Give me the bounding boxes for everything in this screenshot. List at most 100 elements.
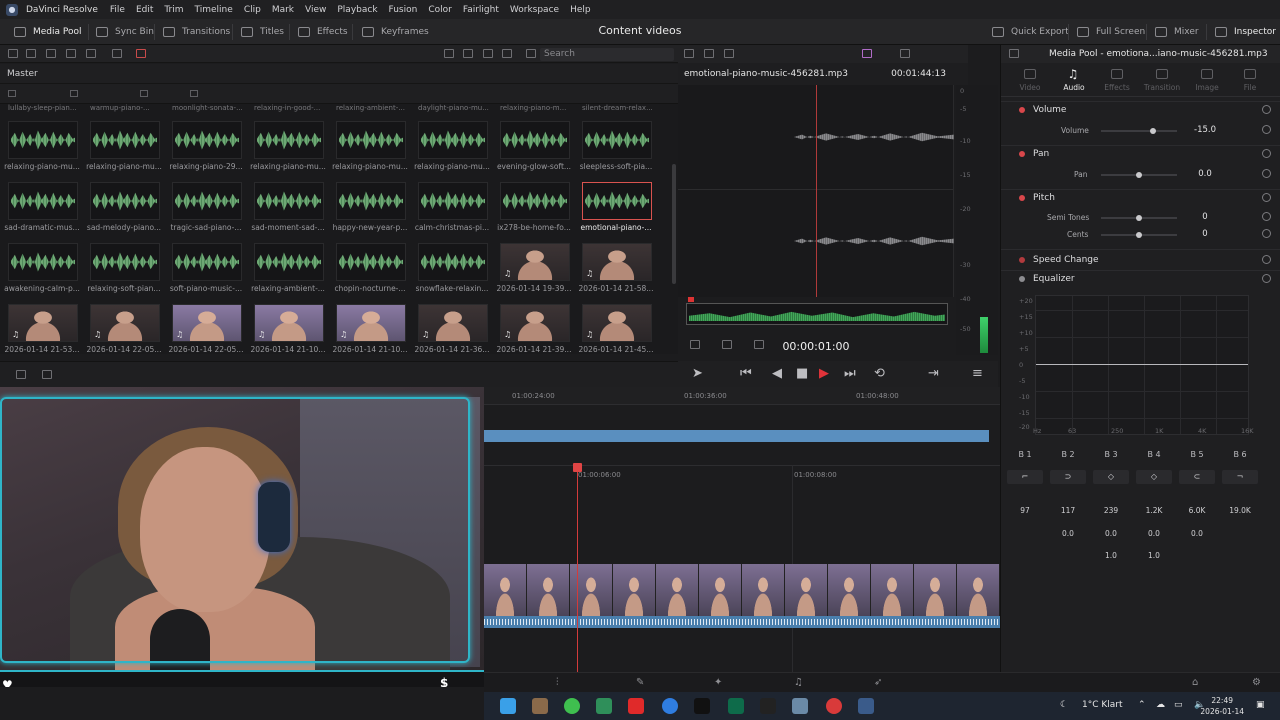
media-pool-clip[interactable]: sad-melody-piano... <box>86 182 162 232</box>
folder-icon[interactable] <box>190 90 198 97</box>
mixer-button[interactable]: Mixer <box>1155 19 1199 45</box>
facebook-icon[interactable] <box>662 698 678 714</box>
media-pool-clip[interactable]: relaxing-piano-mu... <box>86 121 162 171</box>
reset-icon[interactable] <box>1262 255 1271 264</box>
eq-band-shape-dropdown[interactable]: ¬ <box>1222 470 1258 484</box>
keyframes-button[interactable]: Keyframes <box>362 19 429 45</box>
eq-curve[interactable] <box>1036 364 1248 365</box>
media-pool-clip[interactable]: emotional-piano-... <box>578 182 654 232</box>
media-pool-clip[interactable]: calm-christmas-pi... <box>414 182 490 232</box>
cents-value[interactable]: 0 <box>1180 229 1230 239</box>
deliver-page-icon[interactable]: ➶ <box>874 677 882 688</box>
clip-thumbnail[interactable] <box>172 121 242 159</box>
clip-thumbnail[interactable]: ♫ <box>172 304 242 342</box>
scrub-strip[interactable] <box>686 303 948 325</box>
media-pool-clip[interactable]: awakening-calm-p... <box>4 243 80 293</box>
eq-band-q[interactable]: 1.0 <box>1134 551 1174 560</box>
app-icon[interactable] <box>858 698 874 714</box>
volume-value[interactable]: -15.0 <box>1180 125 1230 135</box>
semitones-slider[interactable] <box>1101 215 1177 221</box>
media-pool-clip[interactable]: relaxing-piano-mu... <box>4 121 80 171</box>
media-pool-clip[interactable]: ♫ 2026-01-14 21-45... <box>578 304 654 354</box>
volume-slider[interactable] <box>1101 128 1177 134</box>
sync-icon[interactable] <box>112 49 122 58</box>
slider-knob[interactable] <box>1136 232 1142 238</box>
inspector-toggle-icon[interactable] <box>1009 49 1019 58</box>
power-bin-icon[interactable] <box>86 49 96 58</box>
equalizer-graph[interactable] <box>1035 295 1249 435</box>
folder-icon[interactable] <box>140 90 148 97</box>
pan-slider[interactable] <box>1101 172 1177 178</box>
slider-knob[interactable] <box>1150 128 1156 134</box>
audio-display-icon[interactable] <box>862 49 872 58</box>
pan-enable-toggle[interactable] <box>1019 151 1025 157</box>
clip-thumbnail[interactable] <box>8 182 78 220</box>
semitones-value[interactable]: 0 <box>1180 212 1230 222</box>
media-pool-clip[interactable]: relaxing-piano-29... <box>168 121 244 171</box>
clip-thumbnail[interactable] <box>8 121 78 159</box>
media-pool-clip[interactable]: sad-dramatic-mus... <box>4 182 80 232</box>
clip-thumbnail[interactable] <box>418 121 488 159</box>
clip-thumbnail[interactable] <box>500 121 570 159</box>
clip-thumbnail[interactable] <box>336 121 406 159</box>
media-pool-clip[interactable]: ♫ 2026-01-14 21-10... <box>332 304 408 354</box>
media-pool-button[interactable]: Media Pool <box>14 19 82 45</box>
eq-band-freq[interactable]: 97 <box>1005 506 1045 515</box>
media-pool-clip[interactable]: ♫ 2026-01-14 22-05... <box>86 304 162 354</box>
weather-text[interactable]: 1°C Klart <box>1082 700 1123 710</box>
media-pool-clip[interactable]: ♫ 2026-01-14 21-36... <box>414 304 490 354</box>
panel-toggle-icon[interactable] <box>8 49 18 58</box>
menu-workspace[interactable]: Workspace <box>510 5 559 15</box>
media-pool-clip[interactable]: ♫ 2026-01-14 21-53... <box>4 304 80 354</box>
media-pool-clip[interactable]: soft-piano-music-... <box>168 243 244 293</box>
viewer-mode-icon[interactable] <box>704 49 714 58</box>
insert-icon[interactable]: ⇥ <box>928 366 939 381</box>
tray-chevron-icon[interactable]: ⌃ <box>1138 700 1146 710</box>
list-view-icon[interactable] <box>502 49 512 58</box>
titles-button[interactable]: Titles <box>241 19 284 45</box>
menu-file[interactable]: File <box>110 5 125 15</box>
volume-enable-toggle[interactable] <box>1019 107 1025 113</box>
menu-fairlight[interactable]: Fairlight <box>463 5 499 15</box>
davinci-icon[interactable] <box>826 698 842 714</box>
eq-band-shape-dropdown[interactable]: ◇ <box>1136 470 1172 484</box>
transitions-button[interactable]: Transitions <box>163 19 230 45</box>
menu-playback[interactable]: Playback <box>337 5 377 15</box>
tab-effects[interactable]: Effects <box>1094 69 1140 92</box>
media-pool-clip[interactable]: snowflake-relaxin... <box>414 243 490 293</box>
clip-thumbnail[interactable] <box>254 243 324 281</box>
notification-icon[interactable]: ▣ <box>1256 700 1265 710</box>
home-icon[interactable]: ⌂ <box>1192 677 1198 688</box>
media-pool-clip[interactable]: relaxing-ambient-... <box>250 243 326 293</box>
menu-color[interactable]: Color <box>428 5 452 15</box>
tab-audio[interactable]: ♫ Audio <box>1051 67 1097 92</box>
edit-page-icon[interactable]: ✎ <box>636 677 644 688</box>
effects-button[interactable]: Effects <box>298 19 348 45</box>
menu-view[interactable]: View <box>305 5 326 15</box>
media-pool-clip[interactable]: relaxing-piano-mu... <box>250 121 326 171</box>
new-bin-icon[interactable] <box>46 49 56 58</box>
clip-thumbnail[interactable]: ♫ <box>582 243 652 281</box>
tab-image[interactable]: Image <box>1184 69 1230 92</box>
jog-icon[interactable]: ➤ <box>692 366 703 381</box>
pitch-enable-toggle[interactable] <box>1019 195 1025 201</box>
play-reverse-icon[interactable]: ◀ <box>772 366 782 381</box>
eq-band-q[interactable]: 1.0 <box>1091 551 1131 560</box>
speed-change-toggle[interactable] <box>1019 257 1025 263</box>
slider-knob[interactable] <box>1136 215 1142 221</box>
clip-thumbnail[interactable] <box>500 182 570 220</box>
clip-thumbnail[interactable] <box>90 121 160 159</box>
fusion-page-icon[interactable]: ✦ <box>714 677 722 688</box>
clip-thumbnail[interactable] <box>90 182 160 220</box>
menu-timeline[interactable]: Timeline <box>195 5 233 15</box>
clip-thumbnail[interactable]: ♫ <box>8 304 78 342</box>
slider-knob[interactable] <box>1136 172 1142 178</box>
filmstrip-view-icon[interactable] <box>483 49 493 58</box>
eq-band-freq[interactable]: 117 <box>1048 506 1088 515</box>
reset-icon[interactable] <box>1262 149 1271 158</box>
media-pool-clip[interactable]: ix278-be-home-fo... <box>496 182 572 232</box>
scrollbar-thumb[interactable] <box>672 164 676 284</box>
app-icon[interactable] <box>792 698 808 714</box>
full-screen-button[interactable]: Full Screen <box>1077 19 1145 45</box>
media-pool-clip[interactable]: relaxing-soft-pian... <box>86 243 162 293</box>
